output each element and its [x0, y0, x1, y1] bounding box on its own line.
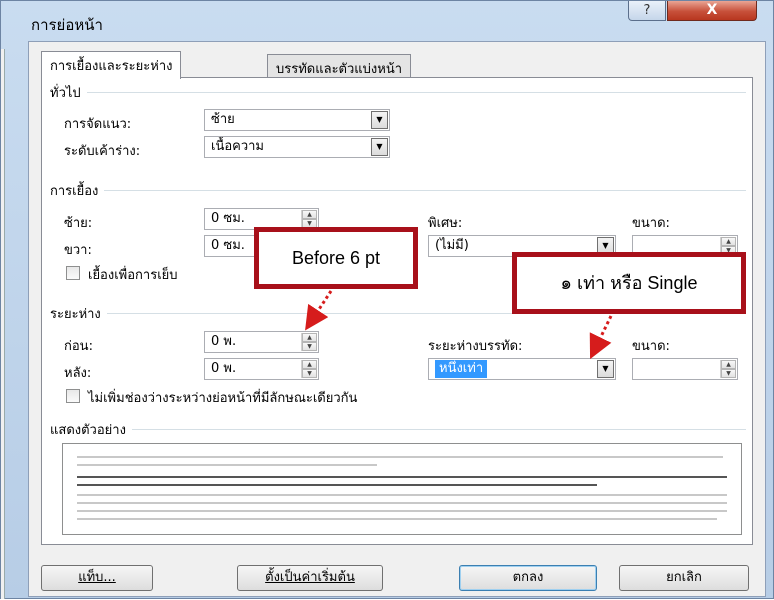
- arrow-to-line-spacing: [589, 315, 613, 360]
- callout-arrows: [305, 290, 613, 360]
- arrow-to-before-field: [305, 290, 333, 331]
- paragraph-dialog: การย่อหน้า ? X การเยื้องและระยะห่าง บรรท…: [0, 0, 774, 599]
